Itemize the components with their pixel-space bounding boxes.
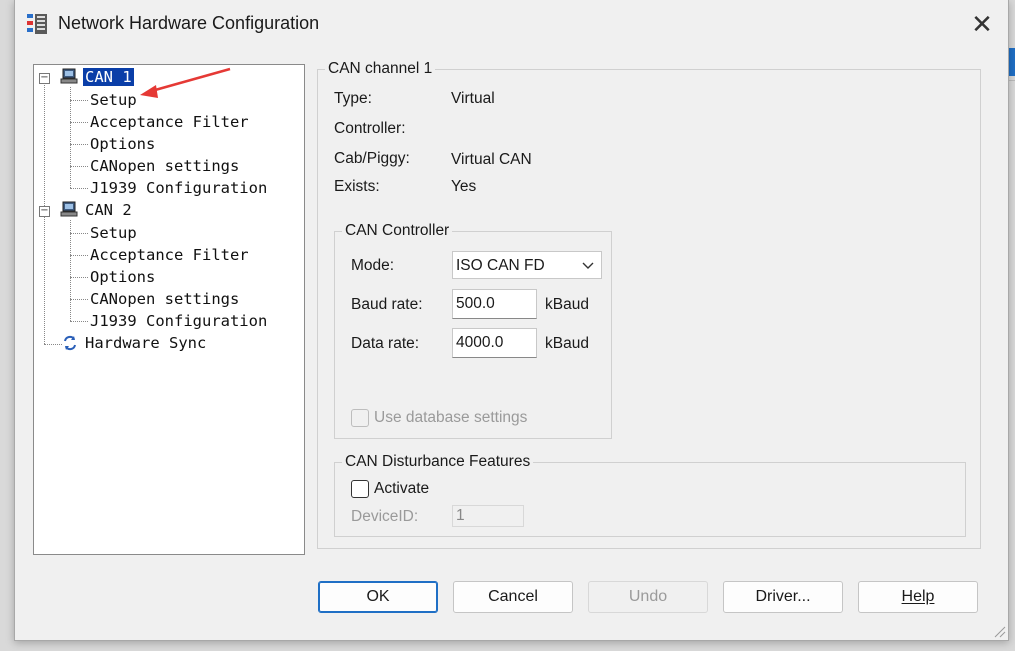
tree-item-can1-acceptance-filter[interactable]: Acceptance Filter: [90, 112, 249, 132]
tree-connector: [70, 122, 88, 123]
mode-select[interactable]: ISO CAN FD: [452, 251, 602, 279]
type-value: Virtual: [451, 90, 495, 107]
use-database-label: Use database settings: [374, 409, 528, 426]
activate-checkbox[interactable]: [351, 480, 369, 498]
tree-connector: [44, 79, 45, 212]
disturbance-group-title: CAN Disturbance Features: [342, 453, 534, 471]
device-id-input[interactable]: 1: [452, 505, 524, 527]
cab-piggy-label: Cab/Piggy:: [334, 150, 410, 167]
tree-item-can2-acceptance-filter[interactable]: Acceptance Filter: [90, 245, 249, 265]
tree-item-label: CAN 1: [82, 67, 135, 87]
chevron-down-icon: [582, 252, 594, 290]
window-title: Network Hardware Configuration: [58, 13, 320, 33]
data-rate-label: Data rate:: [351, 335, 420, 352]
channel-tree[interactable]: − CAN 1 Setup Acceptance Filter Options …: [33, 64, 305, 555]
baud-rate-input[interactable]: 500.0: [452, 289, 537, 319]
type-label: Type:: [334, 90, 372, 107]
tree-connector: [70, 166, 88, 167]
tree-connector: [70, 100, 88, 101]
resize-grip-icon[interactable]: [992, 624, 1006, 638]
driver-button[interactable]: Driver...: [723, 581, 843, 613]
use-database-checkbox[interactable]: [351, 409, 369, 427]
tree-item-can2-canopen[interactable]: CANopen settings: [90, 289, 239, 309]
controller-label: Controller:: [334, 120, 406, 137]
help-button[interactable]: Help: [858, 581, 978, 613]
tree-connector: [70, 277, 88, 278]
disturbance-group: [334, 462, 966, 537]
mode-label: Mode:: [351, 257, 395, 274]
tree-connector: [70, 299, 88, 300]
channel-group-title: CAN channel 1: [325, 60, 436, 78]
tree-item-can1-j1939[interactable]: J1939 Configuration: [90, 178, 267, 198]
baud-rate-unit: kBaud: [545, 296, 589, 313]
undo-button[interactable]: Undo: [588, 581, 708, 613]
close-icon[interactable]: ✕: [966, 9, 998, 39]
cancel-button[interactable]: Cancel: [453, 581, 573, 613]
computer-icon: [60, 201, 78, 217]
tree-connector: [70, 188, 88, 189]
tree-connector: [44, 212, 45, 344]
tree-item-can2[interactable]: CAN 2: [85, 200, 132, 220]
device-id-label: DeviceID:: [351, 508, 419, 525]
data-rate-unit: kBaud: [545, 335, 589, 352]
exists-label: Exists:: [334, 178, 380, 195]
cab-piggy-value: Virtual CAN: [451, 151, 532, 168]
data-rate-input[interactable]: 4000.0: [452, 328, 537, 358]
tree-item-hardware-sync[interactable]: Hardware Sync: [85, 333, 206, 353]
mode-select-value: ISO CAN FD: [456, 257, 545, 274]
tree-item-can2-j1939[interactable]: J1939 Configuration: [90, 311, 267, 331]
collapse-icon[interactable]: −: [39, 206, 50, 217]
tree-item-can1-options[interactable]: Options: [90, 134, 155, 154]
baud-rate-label: Baud rate:: [351, 296, 423, 313]
tree-item-can1-setup[interactable]: Setup: [90, 90, 137, 110]
computer-icon: [60, 68, 78, 84]
tree-connector: [70, 233, 88, 234]
tree-connector: [44, 344, 62, 345]
activate-label: Activate: [374, 480, 430, 497]
tree-item-can2-setup[interactable]: Setup: [90, 223, 137, 243]
tree-connector: [70, 87, 71, 188]
exists-value: Yes: [451, 178, 477, 195]
network-config-icon: [25, 12, 49, 36]
controller-group-title: CAN Controller: [342, 222, 453, 240]
network-hardware-dialog: Network Hardware Configuration ✕ − CAN 1…: [14, 0, 1009, 641]
collapse-icon[interactable]: −: [39, 73, 50, 84]
sync-icon: [62, 335, 80, 351]
title-bar[interactable]: Network Hardware Configuration ✕: [15, 0, 1008, 48]
tree-connector: [70, 255, 88, 256]
tree-connector: [70, 144, 88, 145]
ok-button[interactable]: OK: [318, 581, 438, 613]
tree-connector: [70, 321, 88, 322]
tree-item-can2-options[interactable]: Options: [90, 267, 155, 287]
tree-connector: [70, 220, 71, 321]
tree-item-can1-canopen[interactable]: CANopen settings: [90, 156, 239, 176]
tree-item-can1[interactable]: CAN 1: [82, 67, 135, 87]
